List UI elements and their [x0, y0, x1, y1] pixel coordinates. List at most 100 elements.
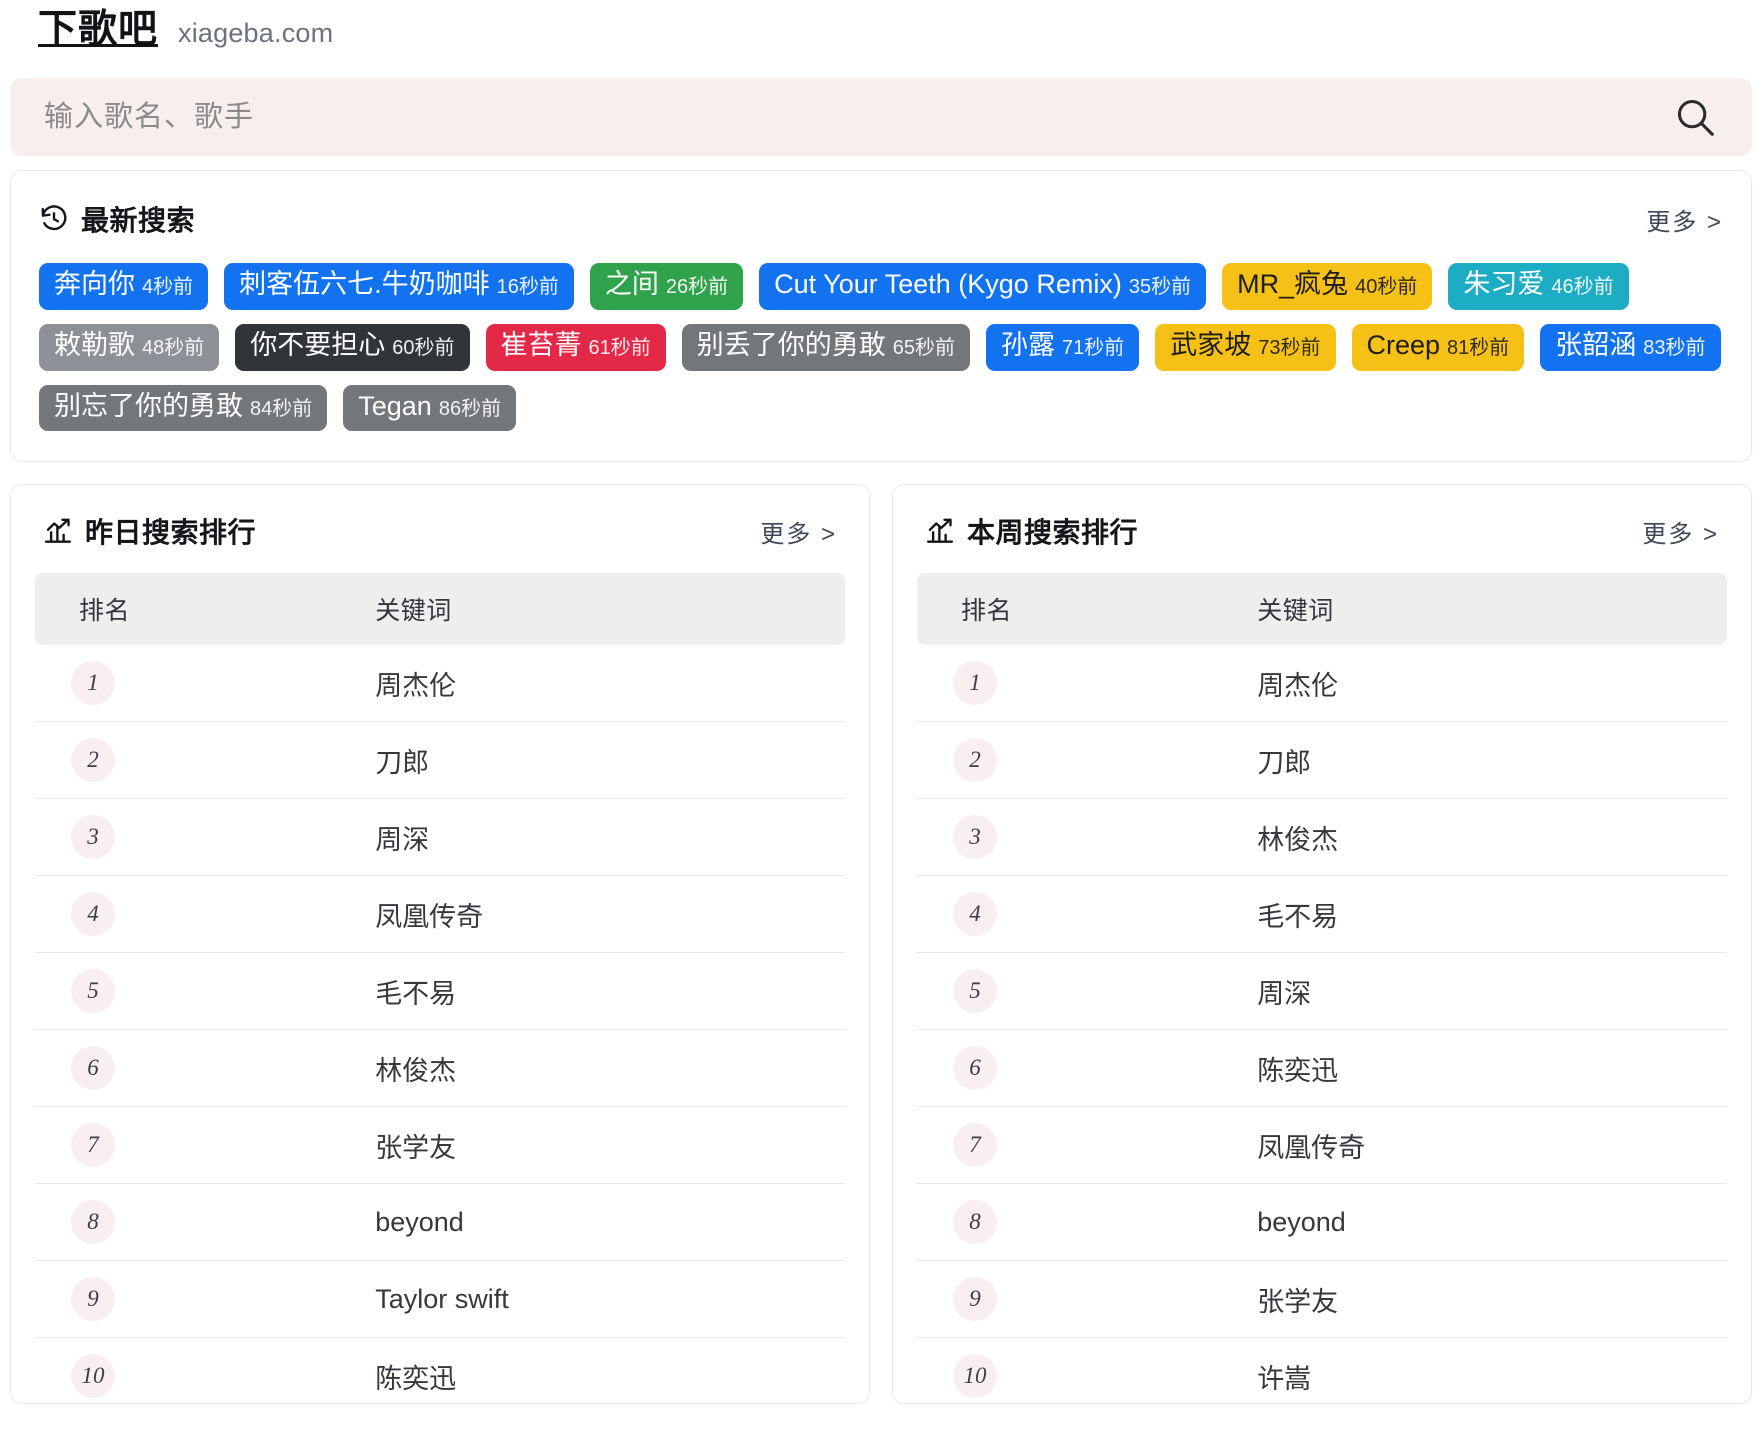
rank-badge: 6	[953, 1046, 997, 1090]
keyword-cell: 林俊杰	[1257, 799, 1727, 876]
search-input[interactable]	[42, 100, 1668, 135]
keyword-link[interactable]: 张学友	[375, 1133, 456, 1163]
latest-search-tag[interactable]: 别忘了你的勇敢84秒前	[39, 385, 327, 432]
keyword-link[interactable]: 凤凰传奇	[375, 902, 483, 932]
keyword-link[interactable]: 张学友	[1257, 1287, 1338, 1317]
table-row[interactable]: 5周深	[917, 953, 1727, 1030]
ranking-more-link[interactable]: 更多 >	[760, 514, 837, 549]
latest-search-tag[interactable]: 武家坡73秒前	[1155, 324, 1335, 371]
latest-searches-tag-list: 奔向你 4秒前 刺客伍六七.牛奶咖啡16秒前之间26秒前 Cut Your Teeth…	[39, 263, 1723, 431]
latest-search-tag[interactable]: 张韶涵83秒前	[1540, 324, 1720, 371]
latest-search-tag[interactable]: 孙露71秒前	[986, 324, 1139, 371]
latest-search-tag-time: 48秒前	[142, 336, 204, 361]
table-row[interactable]: 7凤凰传奇	[917, 1107, 1727, 1184]
rank-badge: 4	[953, 892, 997, 936]
site-logo[interactable]: 下歌吧	[38, 10, 158, 49]
latest-search-tag-time: 4秒前	[142, 275, 193, 300]
table-row[interactable]: 10许嵩	[917, 1338, 1727, 1405]
table-row[interactable]: 7张学友	[35, 1107, 845, 1184]
rank-badge: 9	[71, 1277, 115, 1321]
latest-search-tag-time: 65秒前	[893, 336, 955, 361]
keyword-link[interactable]: beyond	[1257, 1207, 1346, 1237]
keyword-link[interactable]: 许嵩	[1257, 1364, 1311, 1394]
table-row[interactable]: 8beyond	[35, 1184, 845, 1261]
keyword-link[interactable]: 林俊杰	[1257, 825, 1338, 855]
keyword-link[interactable]: 林俊杰	[375, 1056, 456, 1086]
chart-rank-icon	[925, 516, 955, 546]
table-row[interactable]: 2刀郎	[917, 722, 1727, 799]
latest-search-tag[interactable]: 敕勒歌 48秒前	[39, 324, 219, 371]
keyword-link[interactable]: 陈奕迅	[375, 1364, 456, 1394]
table-row[interactable]: 9张学友	[917, 1261, 1727, 1338]
keyword-cell: 凤凰传奇	[375, 876, 845, 953]
latest-search-tag-time: 60秒前	[392, 336, 454, 361]
latest-search-tag[interactable]: 崔苔菁61秒前	[486, 324, 666, 371]
ranking-table-body: 1周杰伦2刀郎3周深4凤凰传奇5毛不易6林俊杰7张学友8beyond9Taylo…	[35, 645, 845, 1404]
site-domain: xiageba.com	[178, 18, 333, 49]
rank-cell: 1	[35, 645, 375, 722]
table-row[interactable]: 3 林俊杰	[917, 799, 1727, 876]
rank-cell: 2	[917, 722, 1257, 799]
table-row[interactable]: 4 毛不易	[917, 876, 1727, 953]
table-row[interactable]: 5毛不易	[35, 953, 845, 1030]
table-row[interactable]: 1 周杰伦	[917, 645, 1727, 722]
rank-badge: 1	[953, 661, 997, 705]
ranking-card: 昨日搜索排行更多 >排名关键词1周杰伦2刀郎3周深4凤凰传奇5毛不易6林俊杰7张…	[10, 484, 870, 1404]
keyword-link[interactable]: Taylor swift	[375, 1284, 509, 1314]
latest-searches-more-link[interactable]: 更多 >	[1646, 202, 1723, 237]
table-row[interactable]: 6林俊杰	[35, 1030, 845, 1107]
latest-search-tag[interactable]: 朱习爱46秒前	[1448, 263, 1628, 310]
keyword-link[interactable]: 周杰伦	[375, 671, 456, 701]
table-row[interactable]: 2刀郎	[35, 722, 845, 799]
table-header-row: 排名关键词	[35, 573, 845, 645]
keyword-link[interactable]: 刀郎	[1257, 748, 1311, 778]
table-row[interactable]: 10陈奕迅	[35, 1338, 845, 1405]
keyword-link[interactable]: 刀郎	[375, 748, 429, 778]
rank-cell: 10	[917, 1338, 1257, 1405]
rank-badge: 8	[953, 1200, 997, 1244]
rank-cell: 1	[917, 645, 1257, 722]
column-header-rank: 排名	[35, 573, 375, 645]
keyword-link[interactable]: 毛不易	[1257, 902, 1338, 932]
table-row[interactable]: 3周深	[35, 799, 845, 876]
latest-search-tag-time: 86秒前	[439, 397, 501, 422]
keyword-cell: 林俊杰	[375, 1030, 845, 1107]
keyword-link[interactable]: 周深	[375, 825, 429, 855]
keyword-link[interactable]: beyond	[375, 1207, 464, 1237]
ranking-table: 排名关键词1周杰伦2刀郎3周深4凤凰传奇5毛不易6林俊杰7张学友8beyond9…	[35, 573, 845, 1404]
latest-search-tag-time: 40秒前	[1355, 275, 1417, 300]
latest-search-tag[interactable]: 你不要担心60秒前	[235, 324, 469, 371]
latest-search-tag[interactable]: 刺客伍六七.牛奶咖啡16秒前	[224, 263, 574, 310]
search-button[interactable]	[1668, 94, 1722, 140]
keyword-link[interactable]: 陈奕迅	[1257, 1056, 1338, 1086]
latest-search-tag[interactable]: 之间26秒前	[590, 263, 743, 310]
table-row[interactable]: 9 Taylor swift	[35, 1261, 845, 1338]
rank-cell: 9	[35, 1261, 375, 1338]
keyword-cell: beyond	[375, 1184, 845, 1261]
rank-cell: 5	[917, 953, 1257, 1030]
latest-search-tag[interactable]: Cut Your Teeth (Kygo Remix)35秒前	[759, 263, 1206, 310]
keyword-link[interactable]: 毛不易	[375, 979, 456, 1009]
latest-search-tag-label: 奔向你	[54, 268, 135, 302]
latest-search-tag[interactable]: MR_疯兔 40秒前	[1222, 263, 1432, 310]
chart-rank-icon	[43, 516, 73, 546]
keyword-link[interactable]: 凤凰传奇	[1257, 1133, 1365, 1163]
latest-search-tag[interactable]: Tegan 86秒前	[343, 385, 516, 432]
latest-search-tag[interactable]: 奔向你 4秒前	[39, 263, 208, 310]
search-bar[interactable]	[10, 78, 1752, 156]
ranking-more-link[interactable]: 更多 >	[1642, 514, 1719, 549]
latest-search-tag-label: Tegan	[358, 390, 432, 424]
latest-search-tag-label: 敕勒歌	[54, 329, 135, 363]
latest-search-tag[interactable]: 别丢了你的勇敢65秒前	[682, 324, 970, 371]
table-row[interactable]: 6 陈奕迅	[917, 1030, 1727, 1107]
rank-badge: 3	[953, 815, 997, 859]
latest-search-tag-label: MR_疯兔	[1237, 268, 1348, 302]
latest-searches-header: 最新搜索 更多 >	[39, 199, 1723, 239]
keyword-link[interactable]: 周深	[1257, 979, 1311, 1009]
table-row[interactable]: 1周杰伦	[35, 645, 845, 722]
keyword-link[interactable]: 周杰伦	[1257, 671, 1338, 701]
latest-search-tag[interactable]: Creep81秒前	[1352, 324, 1525, 371]
ranking-header: 昨日搜索排行更多 >	[35, 511, 845, 551]
table-row[interactable]: 4凤凰传奇	[35, 876, 845, 953]
table-row[interactable]: 8 beyond	[917, 1184, 1727, 1261]
